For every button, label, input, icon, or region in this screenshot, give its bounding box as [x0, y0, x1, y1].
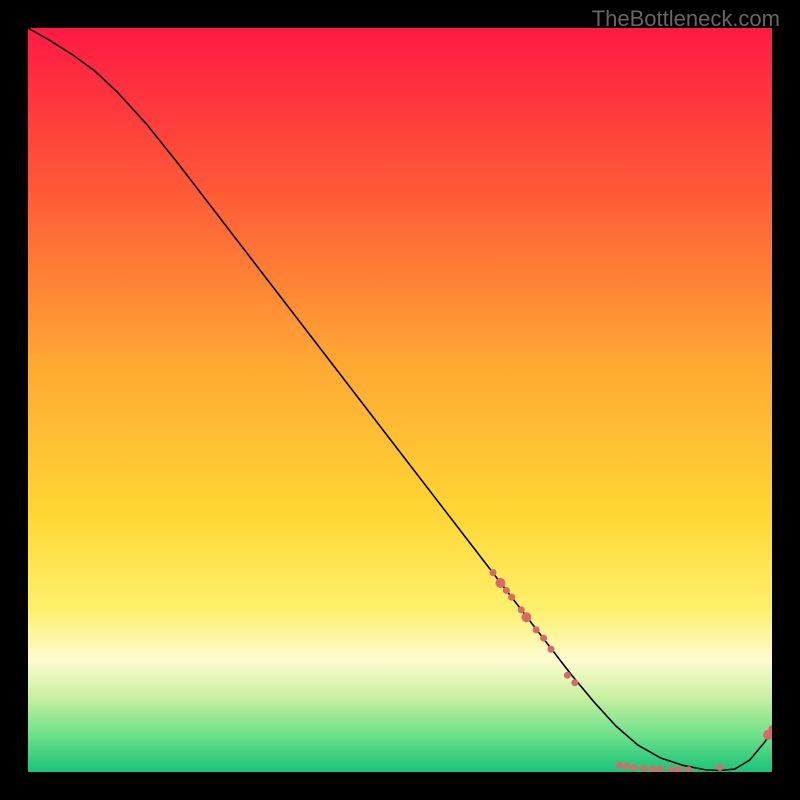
data-marker [631, 764, 638, 771]
data-marker [540, 635, 547, 642]
chart-container: TheBottleneck.com [0, 0, 800, 800]
data-marker [571, 679, 578, 686]
data-marker [508, 594, 515, 601]
data-marker [548, 646, 555, 653]
data-marker [641, 765, 648, 772]
data-marker [623, 763, 630, 770]
data-marker [495, 578, 505, 588]
data-marker [490, 569, 497, 576]
chart-svg [28, 28, 772, 772]
data-marker [616, 762, 623, 769]
data-marker [503, 587, 510, 594]
data-marker [533, 626, 540, 633]
data-marker [521, 612, 531, 622]
gradient-background [28, 28, 772, 772]
data-marker [518, 606, 525, 613]
watermark-text: TheBottleneck.com [592, 6, 780, 32]
data-marker [716, 764, 723, 771]
data-marker [564, 672, 571, 679]
plot-area [28, 28, 772, 772]
